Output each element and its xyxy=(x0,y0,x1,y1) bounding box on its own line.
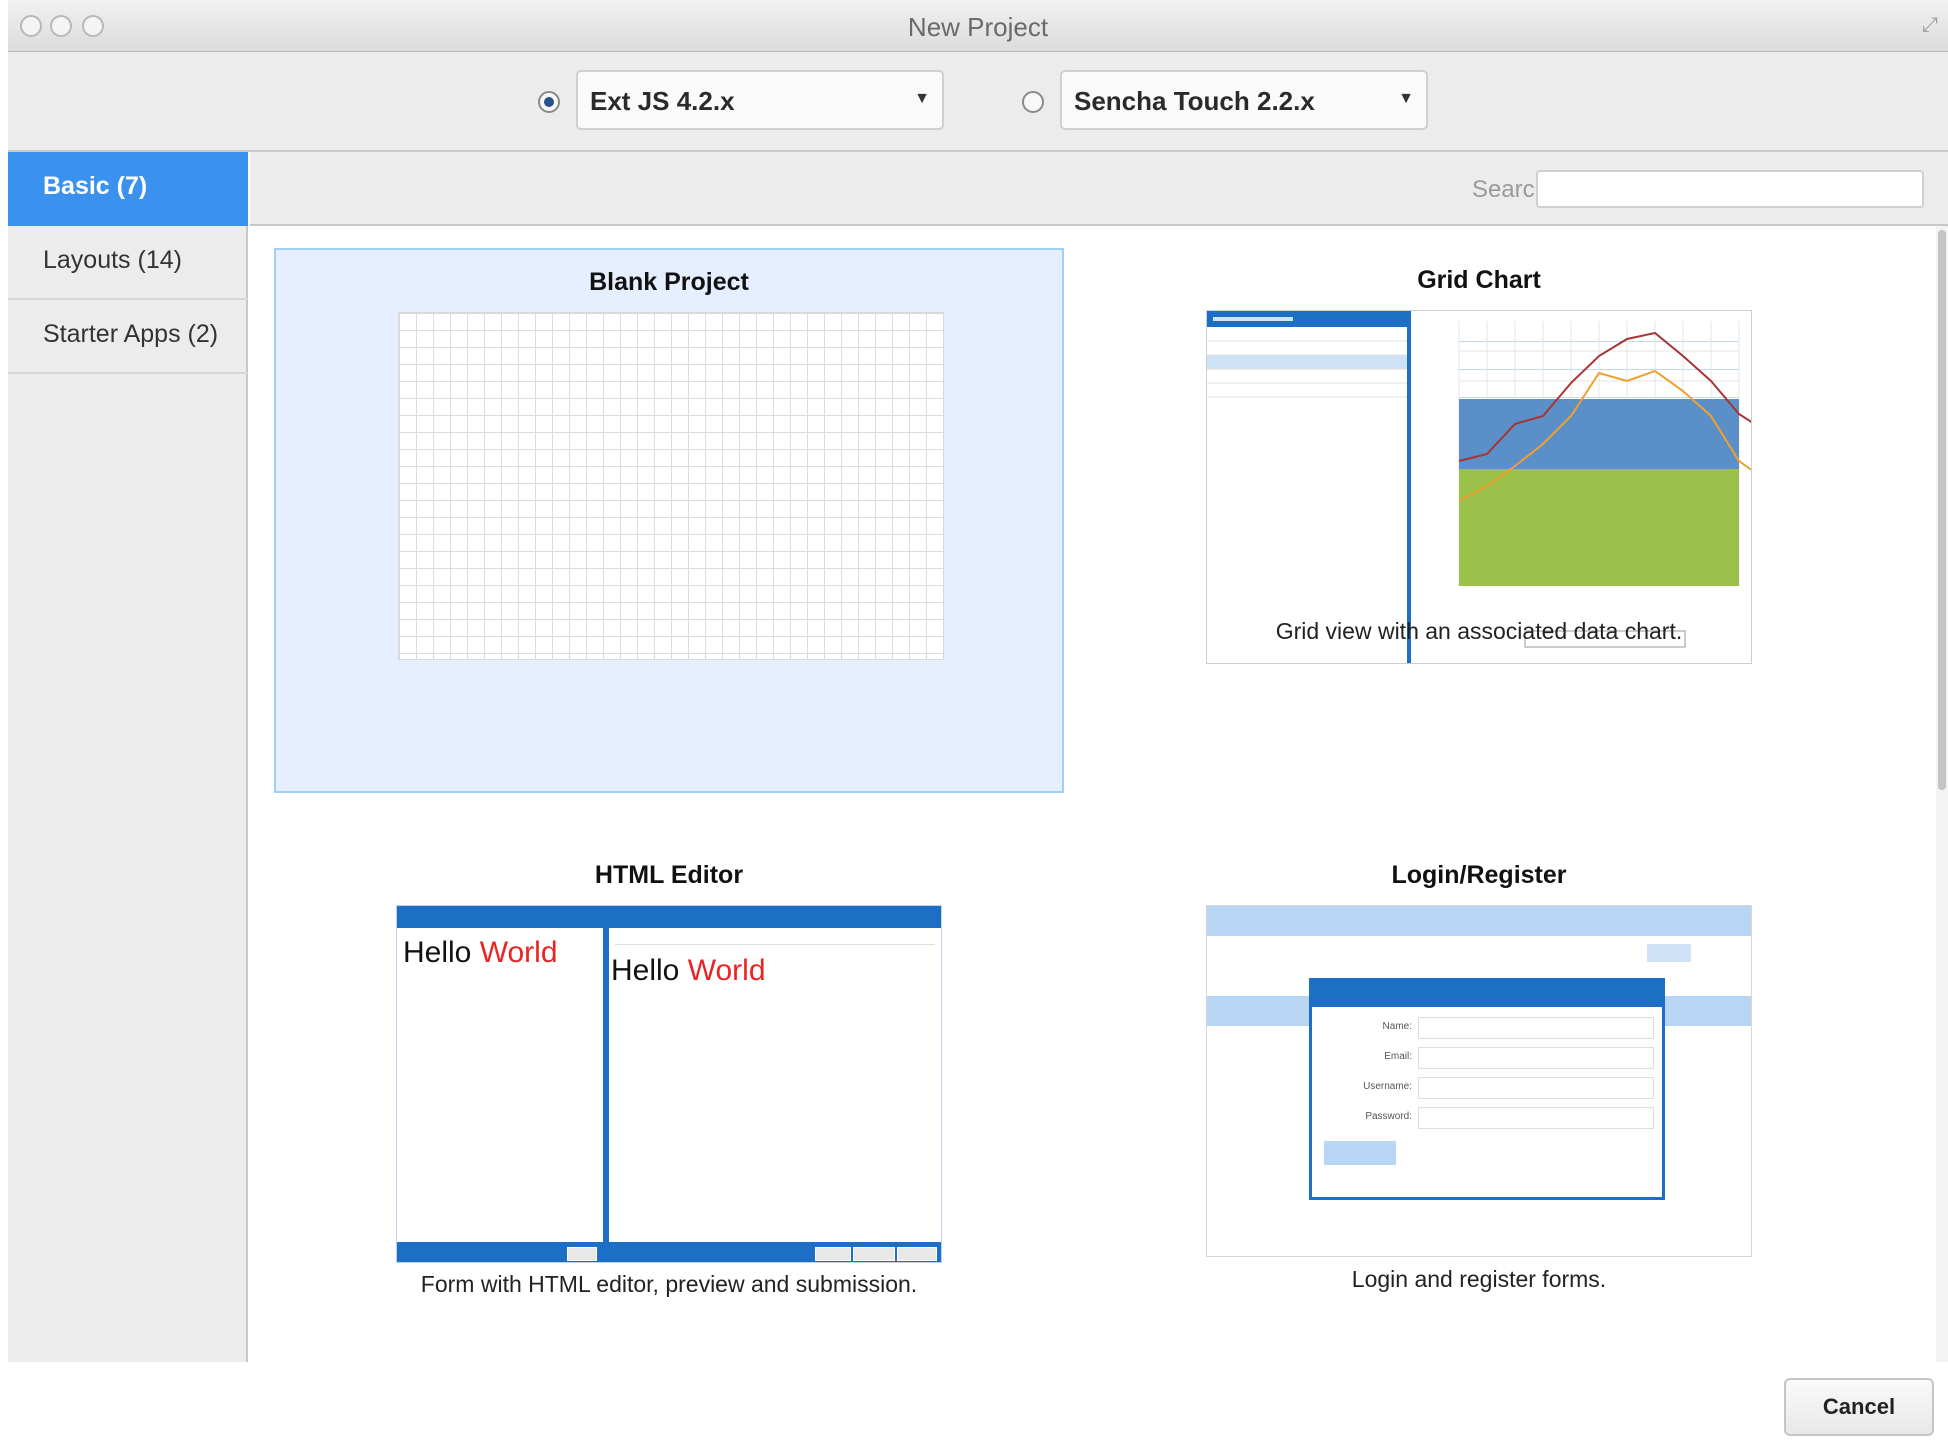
template-description: Login and register forms. xyxy=(1351,1266,1607,1292)
template-description: Form with HTML editor, preview and submi… xyxy=(420,1271,918,1297)
sidebar-item-basic[interactable]: Basic (7) xyxy=(8,152,248,226)
extjs-radio[interactable] xyxy=(538,91,560,113)
email-field-preview xyxy=(1418,1047,1654,1069)
mini-reset-button xyxy=(567,1247,597,1261)
template-card-grid-chart[interactable]: Grid Chart Grid view with an associated … xyxy=(1084,248,1874,793)
category-sidebar: Basic (7) Layouts (14) Starter Apps (2) xyxy=(8,152,248,1362)
world-text: World xyxy=(687,954,766,987)
name-field-preview xyxy=(1418,1017,1654,1039)
preview-hello-world: Hello World xyxy=(403,936,558,970)
editor-toolbar xyxy=(615,934,935,945)
hello-text: Hello xyxy=(611,954,680,987)
sidebar-item-label: Basic (7) xyxy=(43,172,148,200)
world-text: World xyxy=(479,936,558,969)
grid-chart-preview-graphic xyxy=(1207,311,1751,663)
mini-preview-button xyxy=(853,1247,895,1261)
register-dialog-preview: Name: Email: Username: Password: xyxy=(1309,978,1665,1200)
template-card-login-register[interactable]: Login/Register Name: Email: Username: Pa… xyxy=(1084,811,1874,1356)
mini-login-button xyxy=(1647,944,1691,962)
editor-header-bar xyxy=(397,906,941,928)
username-field-preview xyxy=(1418,1077,1654,1099)
dialog-header xyxy=(1312,981,1662,1007)
template-card-blank-project[interactable]: Blank Project xyxy=(274,248,1064,793)
header-region xyxy=(1207,906,1751,936)
blank-grid-thumbnail xyxy=(398,312,944,660)
fullscreen-icon[interactable]: ⤢ xyxy=(1922,14,1938,37)
framework-toolbar: Ext JS 4.2.x ▼ Sencha Touch 2.2.x ▼ xyxy=(8,52,1948,152)
window-title: New Project xyxy=(907,12,1049,42)
sidebar-item-starter-apps[interactable]: Starter Apps (2) xyxy=(8,300,248,374)
extjs-version-select[interactable]: Ext JS 4.2.x ▼ xyxy=(576,70,944,130)
template-title: Login/Register xyxy=(1391,861,1567,889)
sencha-touch-version-label: Sencha Touch 2.2.x xyxy=(1074,86,1315,116)
sencha-touch-radio[interactable] xyxy=(1022,91,1044,113)
search-input[interactable] xyxy=(1536,170,1924,208)
template-description: Grid view with an associated data chart. xyxy=(1275,618,1683,644)
extjs-version-label: Ext JS 4.2.x xyxy=(590,86,735,116)
sidebar-item-label: Starter Apps (2) xyxy=(43,320,219,348)
email-label: Email: xyxy=(1384,1051,1412,1062)
password-field-preview xyxy=(1418,1107,1654,1129)
hello-text: Hello xyxy=(403,936,472,969)
mini-submit-button xyxy=(897,1247,937,1261)
sidebar-item-label: Layouts (14) xyxy=(43,246,182,274)
chevron-down-icon: ▼ xyxy=(1398,90,1414,107)
scrollbar-thumb[interactable] xyxy=(1938,230,1946,790)
sidebar-item-layouts[interactable]: Layouts (14) xyxy=(8,226,248,300)
title-bar: New Project ⤢ xyxy=(8,0,1948,52)
grid-chart-thumbnail xyxy=(1206,310,1752,664)
template-card-html-editor[interactable]: HTML Editor Hello World Hello World Form… xyxy=(274,811,1064,1356)
mini-register-button xyxy=(1324,1141,1396,1165)
cancel-button[interactable]: Cancel xyxy=(1784,1378,1934,1436)
splitter-bar xyxy=(603,906,609,1262)
sencha-touch-version-select[interactable]: Sencha Touch 2.2.x ▼ xyxy=(1060,70,1428,130)
html-editor-thumbnail: Hello World Hello World xyxy=(396,905,942,1263)
template-title: Blank Project xyxy=(589,268,749,296)
search-bar: Search xyxy=(250,152,1948,226)
username-label: Username: xyxy=(1363,1081,1412,1092)
template-title: Grid Chart xyxy=(1417,266,1541,294)
login-register-thumbnail: Name: Email: Username: Password: xyxy=(1206,905,1752,1257)
editor-hello-world: Hello World xyxy=(611,954,766,988)
dialog-footer: Cancel xyxy=(8,1362,1948,1443)
chevron-down-icon: ▼ xyxy=(914,90,930,107)
template-title: HTML Editor xyxy=(594,861,744,889)
password-label: Password: xyxy=(1365,1111,1412,1122)
mini-reset-button xyxy=(815,1247,851,1261)
template-gallery: Blank Project Grid Chart Grid view with … xyxy=(250,226,1940,1362)
name-label: Name: xyxy=(1382,1021,1412,1032)
